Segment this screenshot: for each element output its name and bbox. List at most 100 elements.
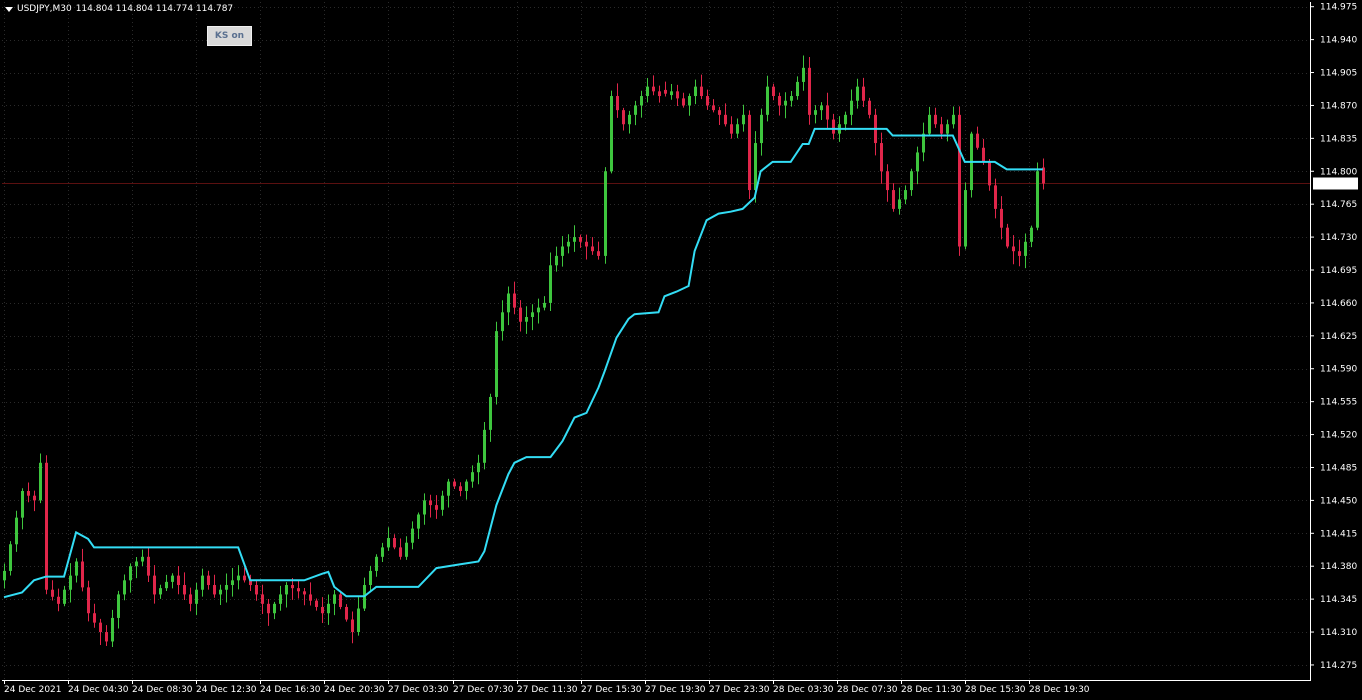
candle-bear [105, 632, 108, 642]
candle-bear [982, 147, 985, 162]
candle-bear [591, 246, 594, 252]
candle-bull [790, 96, 793, 101]
candle-bull [742, 114, 745, 125]
candle-bear [93, 613, 96, 623]
y-tick-label: 114.975 [1320, 3, 1357, 13]
candle-bull [501, 312, 504, 332]
candle-bear [309, 594, 312, 601]
candle-bull [405, 542, 408, 557]
candle-bull [447, 481, 450, 496]
candle-bear [261, 594, 264, 604]
candle-bear [147, 556, 150, 576]
candle-bull [610, 96, 613, 172]
candle-bull [850, 100, 853, 115]
candle-bear [682, 98, 685, 106]
candle-bull [760, 114, 763, 144]
candle-bear [1018, 251, 1021, 256]
candle-bear [712, 105, 715, 111]
candle-bull [15, 517, 18, 545]
candle-bear [177, 575, 180, 586]
x-tick-label: 24 Dec 20:30 [324, 685, 385, 695]
candle-bull [640, 96, 643, 106]
y-tick-label: 114.905 [1320, 69, 1357, 79]
candle-bear [351, 619, 354, 633]
candle-bull [694, 86, 697, 97]
y-tick-label: 114.835 [1320, 134, 1357, 144]
candle-bear [868, 100, 871, 115]
candle-bear [435, 505, 438, 510]
candle-bull [375, 556, 378, 571]
price-chart[interactable]: 114.975 114.940 114.905 114.870 114.835 114.8… [0, 0, 1362, 700]
candle-bull [279, 594, 282, 604]
candle-bear [676, 91, 679, 99]
y-tick-label: 114.870 [1320, 101, 1357, 111]
ks-toggle-button[interactable]: KS on [207, 26, 252, 46]
y-tick-label: 114.485 [1320, 463, 1357, 473]
x-tick-label: 27 Dec 11:30 [517, 685, 578, 695]
candle-bull [3, 570, 6, 581]
y-tick-label: 114.555 [1320, 398, 1357, 408]
x-tick-label: 24 Dec 08:30 [132, 685, 193, 695]
y-tick-label: 114.345 [1320, 595, 1357, 605]
candle-bull [904, 190, 907, 200]
grid-lines [2, 2, 1310, 680]
candle-bear [940, 124, 943, 134]
y-tick-label: 114.940 [1320, 36, 1357, 46]
candle-bull [754, 143, 757, 191]
candle-bear [453, 481, 456, 487]
candle-bear [297, 588, 300, 592]
candle-bear [622, 110, 625, 125]
candle-bear [399, 547, 402, 557]
candle-bull [63, 589, 66, 604]
candle-bull [285, 585, 288, 595]
candle-bull [898, 199, 901, 209]
candle-bull [489, 396, 492, 430]
candle-bear [748, 114, 751, 191]
candle-bear [393, 538, 396, 548]
x-tick-label: 27 Dec 23:30 [709, 685, 770, 695]
candle-bull [75, 561, 78, 576]
candle-bull [417, 514, 420, 529]
candle-bear [345, 606, 348, 620]
candle-bull [555, 255, 558, 266]
menu-triangle-icon[interactable] [5, 6, 13, 12]
y-tick-label: 114.660 [1320, 299, 1357, 309]
candle-bull [195, 589, 198, 604]
candle-bear [303, 591, 306, 595]
candle-bear [597, 251, 600, 256]
candle-bear [826, 105, 829, 120]
candle-bull [844, 114, 847, 125]
candle-bear [27, 490, 30, 496]
time-axis[interactable]: 24 Dec 2021 24 Dec 04:30 24 Dec 08:30 24 De… [4, 680, 1090, 695]
candle-bull [634, 105, 637, 115]
candle-bear [1012, 246, 1015, 252]
candle-bear [513, 293, 516, 308]
candle-bull [537, 307, 540, 313]
candle-bull [784, 100, 787, 106]
candle-bear [189, 594, 192, 604]
candle-bull [736, 124, 739, 134]
candle-bear [1000, 208, 1003, 228]
candle-bull [567, 241, 570, 247]
chart-header: USDJPY,M30 114.804 114.804 114.774 114.7… [5, 4, 233, 14]
candle-bear [429, 500, 432, 506]
candle-bull [604, 171, 607, 256]
x-tick-label: 28 Dec 03:30 [773, 685, 834, 695]
candle-bear [51, 589, 54, 597]
candle-bull [820, 105, 823, 111]
candle-bull [670, 91, 673, 96]
current-price-label: 114.787 [1313, 177, 1358, 190]
candle-bear [45, 462, 48, 590]
candle-bull [411, 528, 414, 543]
x-tick-label: 27 Dec 15:30 [581, 685, 642, 695]
price-axis[interactable]: 114.975 114.940 114.905 114.870 114.835 114.8… [1310, 3, 1357, 671]
candle-bull [856, 86, 859, 101]
x-tick-label: 24 Dec 2021 [4, 685, 62, 695]
candle-bull [646, 86, 649, 97]
candle-bull [165, 581, 168, 589]
x-tick-label: 28 Dec 07:30 [837, 685, 898, 695]
candle-bear [994, 185, 997, 209]
candle-bear [808, 67, 811, 115]
x-tick-label: 27 Dec 07:30 [453, 685, 514, 695]
candle-bear [207, 575, 210, 586]
